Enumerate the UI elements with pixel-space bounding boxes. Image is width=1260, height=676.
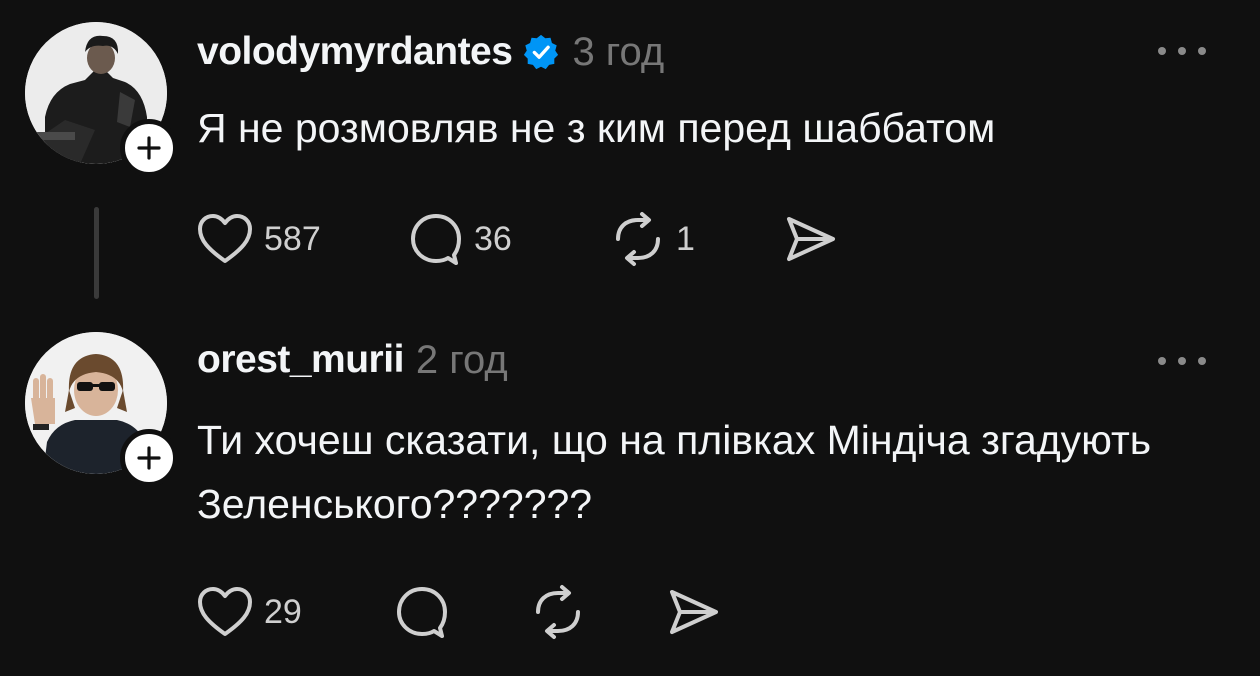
follow-plus-icon xyxy=(137,136,161,160)
share-icon xyxy=(670,590,718,634)
like-button[interactable]: 29 xyxy=(196,586,394,638)
username[interactable]: orest_murii xyxy=(197,338,404,382)
post-2: orest_murii 2 год Ти хочеш сказати, що н… xyxy=(0,310,1260,676)
follow-button[interactable] xyxy=(120,119,178,177)
follow-plus-icon xyxy=(137,446,161,470)
repost-icon xyxy=(536,585,580,639)
comment-icon xyxy=(397,587,447,638)
verified-badge-icon xyxy=(524,34,559,70)
post-text: Ти хочеш сказати, що на плівках Міндіча … xyxy=(197,417,1152,527)
repost-button[interactable]: 1 xyxy=(610,211,783,267)
reply-button[interactable] xyxy=(394,584,530,640)
post-text: Я не розмовляв не з ким перед шаббатом xyxy=(197,105,996,151)
repost-button[interactable] xyxy=(530,584,666,640)
action-bar: 29 xyxy=(196,580,722,644)
more-icon xyxy=(1158,47,1166,55)
reply-button[interactable]: 36 xyxy=(408,211,610,267)
share-button[interactable] xyxy=(666,586,722,638)
share-button[interactable] xyxy=(783,213,839,265)
avatar-1[interactable] xyxy=(25,22,178,177)
repost-count: 1 xyxy=(676,219,695,258)
more-button[interactable] xyxy=(1158,41,1206,61)
thread-line xyxy=(94,207,99,299)
share-icon xyxy=(787,217,835,261)
post-1: volodymyrdantes 3 год Я не розмовляв не … xyxy=(0,0,1260,310)
like-button[interactable]: 587 xyxy=(196,213,408,265)
avatar-2[interactable] xyxy=(25,332,178,487)
like-count: 29 xyxy=(264,592,302,631)
post-header: orest_murii 2 год xyxy=(197,330,508,390)
follow-button[interactable] xyxy=(120,429,178,487)
more-button[interactable] xyxy=(1158,351,1206,371)
post-time: 2 год xyxy=(415,337,508,382)
more-icon xyxy=(1158,357,1166,365)
comment-icon xyxy=(411,214,461,265)
post-header: volodymyrdantes 3 год xyxy=(197,22,664,82)
heart-icon xyxy=(198,214,252,263)
like-count: 587 xyxy=(264,219,321,258)
reply-count: 36 xyxy=(474,219,512,258)
repost-icon xyxy=(616,212,660,266)
action-bar: 587 36 1 xyxy=(196,207,839,271)
username[interactable]: volodymyrdantes xyxy=(197,30,513,74)
heart-icon xyxy=(198,587,252,636)
post-time: 3 год xyxy=(572,29,665,74)
